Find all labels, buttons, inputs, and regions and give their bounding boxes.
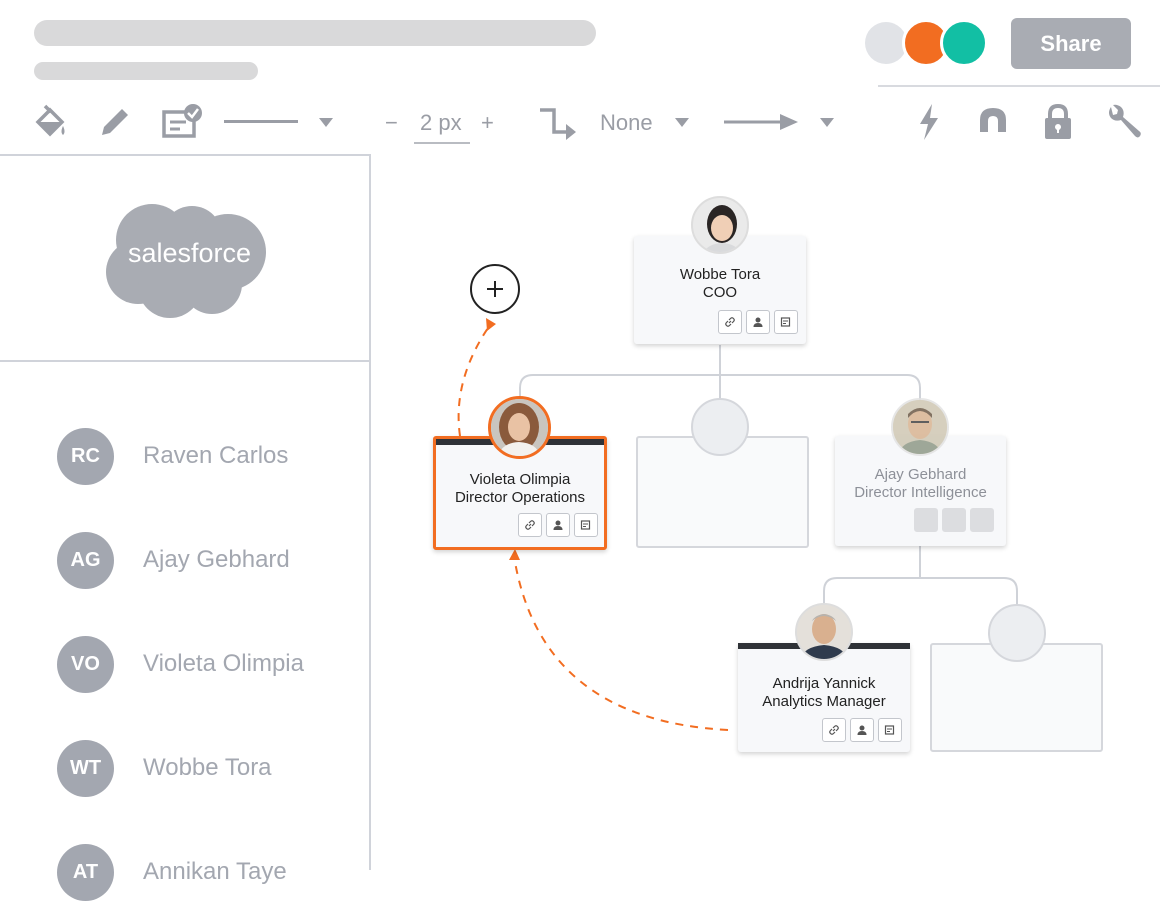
icon-placeholder (914, 508, 938, 532)
avatar (795, 603, 853, 661)
avatar-placeholder (988, 604, 1046, 662)
person-icon[interactable] (546, 513, 570, 537)
person-icon[interactable] (850, 718, 874, 742)
icon-placeholder (970, 508, 994, 532)
notes-icon[interactable] (574, 513, 598, 537)
arrow-head (486, 318, 496, 331)
card-role: Analytics Manager (762, 693, 886, 710)
avatar (691, 196, 749, 254)
link-icon[interactable] (518, 513, 542, 537)
notes-icon[interactable] (878, 718, 902, 742)
link-icon[interactable] (822, 718, 846, 742)
avatar (891, 398, 949, 456)
avatar (488, 396, 551, 459)
card-name: Violeta Olimpia (469, 471, 571, 488)
plus-icon (487, 281, 503, 297)
icon-placeholder (942, 508, 966, 532)
card-name: Andrija Yannick (772, 675, 876, 692)
arrow-head (509, 549, 520, 560)
avatar-placeholder (691, 398, 749, 456)
notes-icon[interactable] (774, 310, 798, 334)
card-role: COO (702, 284, 738, 301)
card-name: Ajay Gebhard (874, 466, 967, 483)
link-icon[interactable] (718, 310, 742, 334)
add-node-button[interactable] (470, 264, 520, 314)
card-role: Director Intelligence (854, 484, 987, 501)
card-role: Director Operations (454, 489, 586, 506)
person-icon[interactable] (746, 310, 770, 334)
card-name: Wobbe Tora (679, 266, 761, 283)
